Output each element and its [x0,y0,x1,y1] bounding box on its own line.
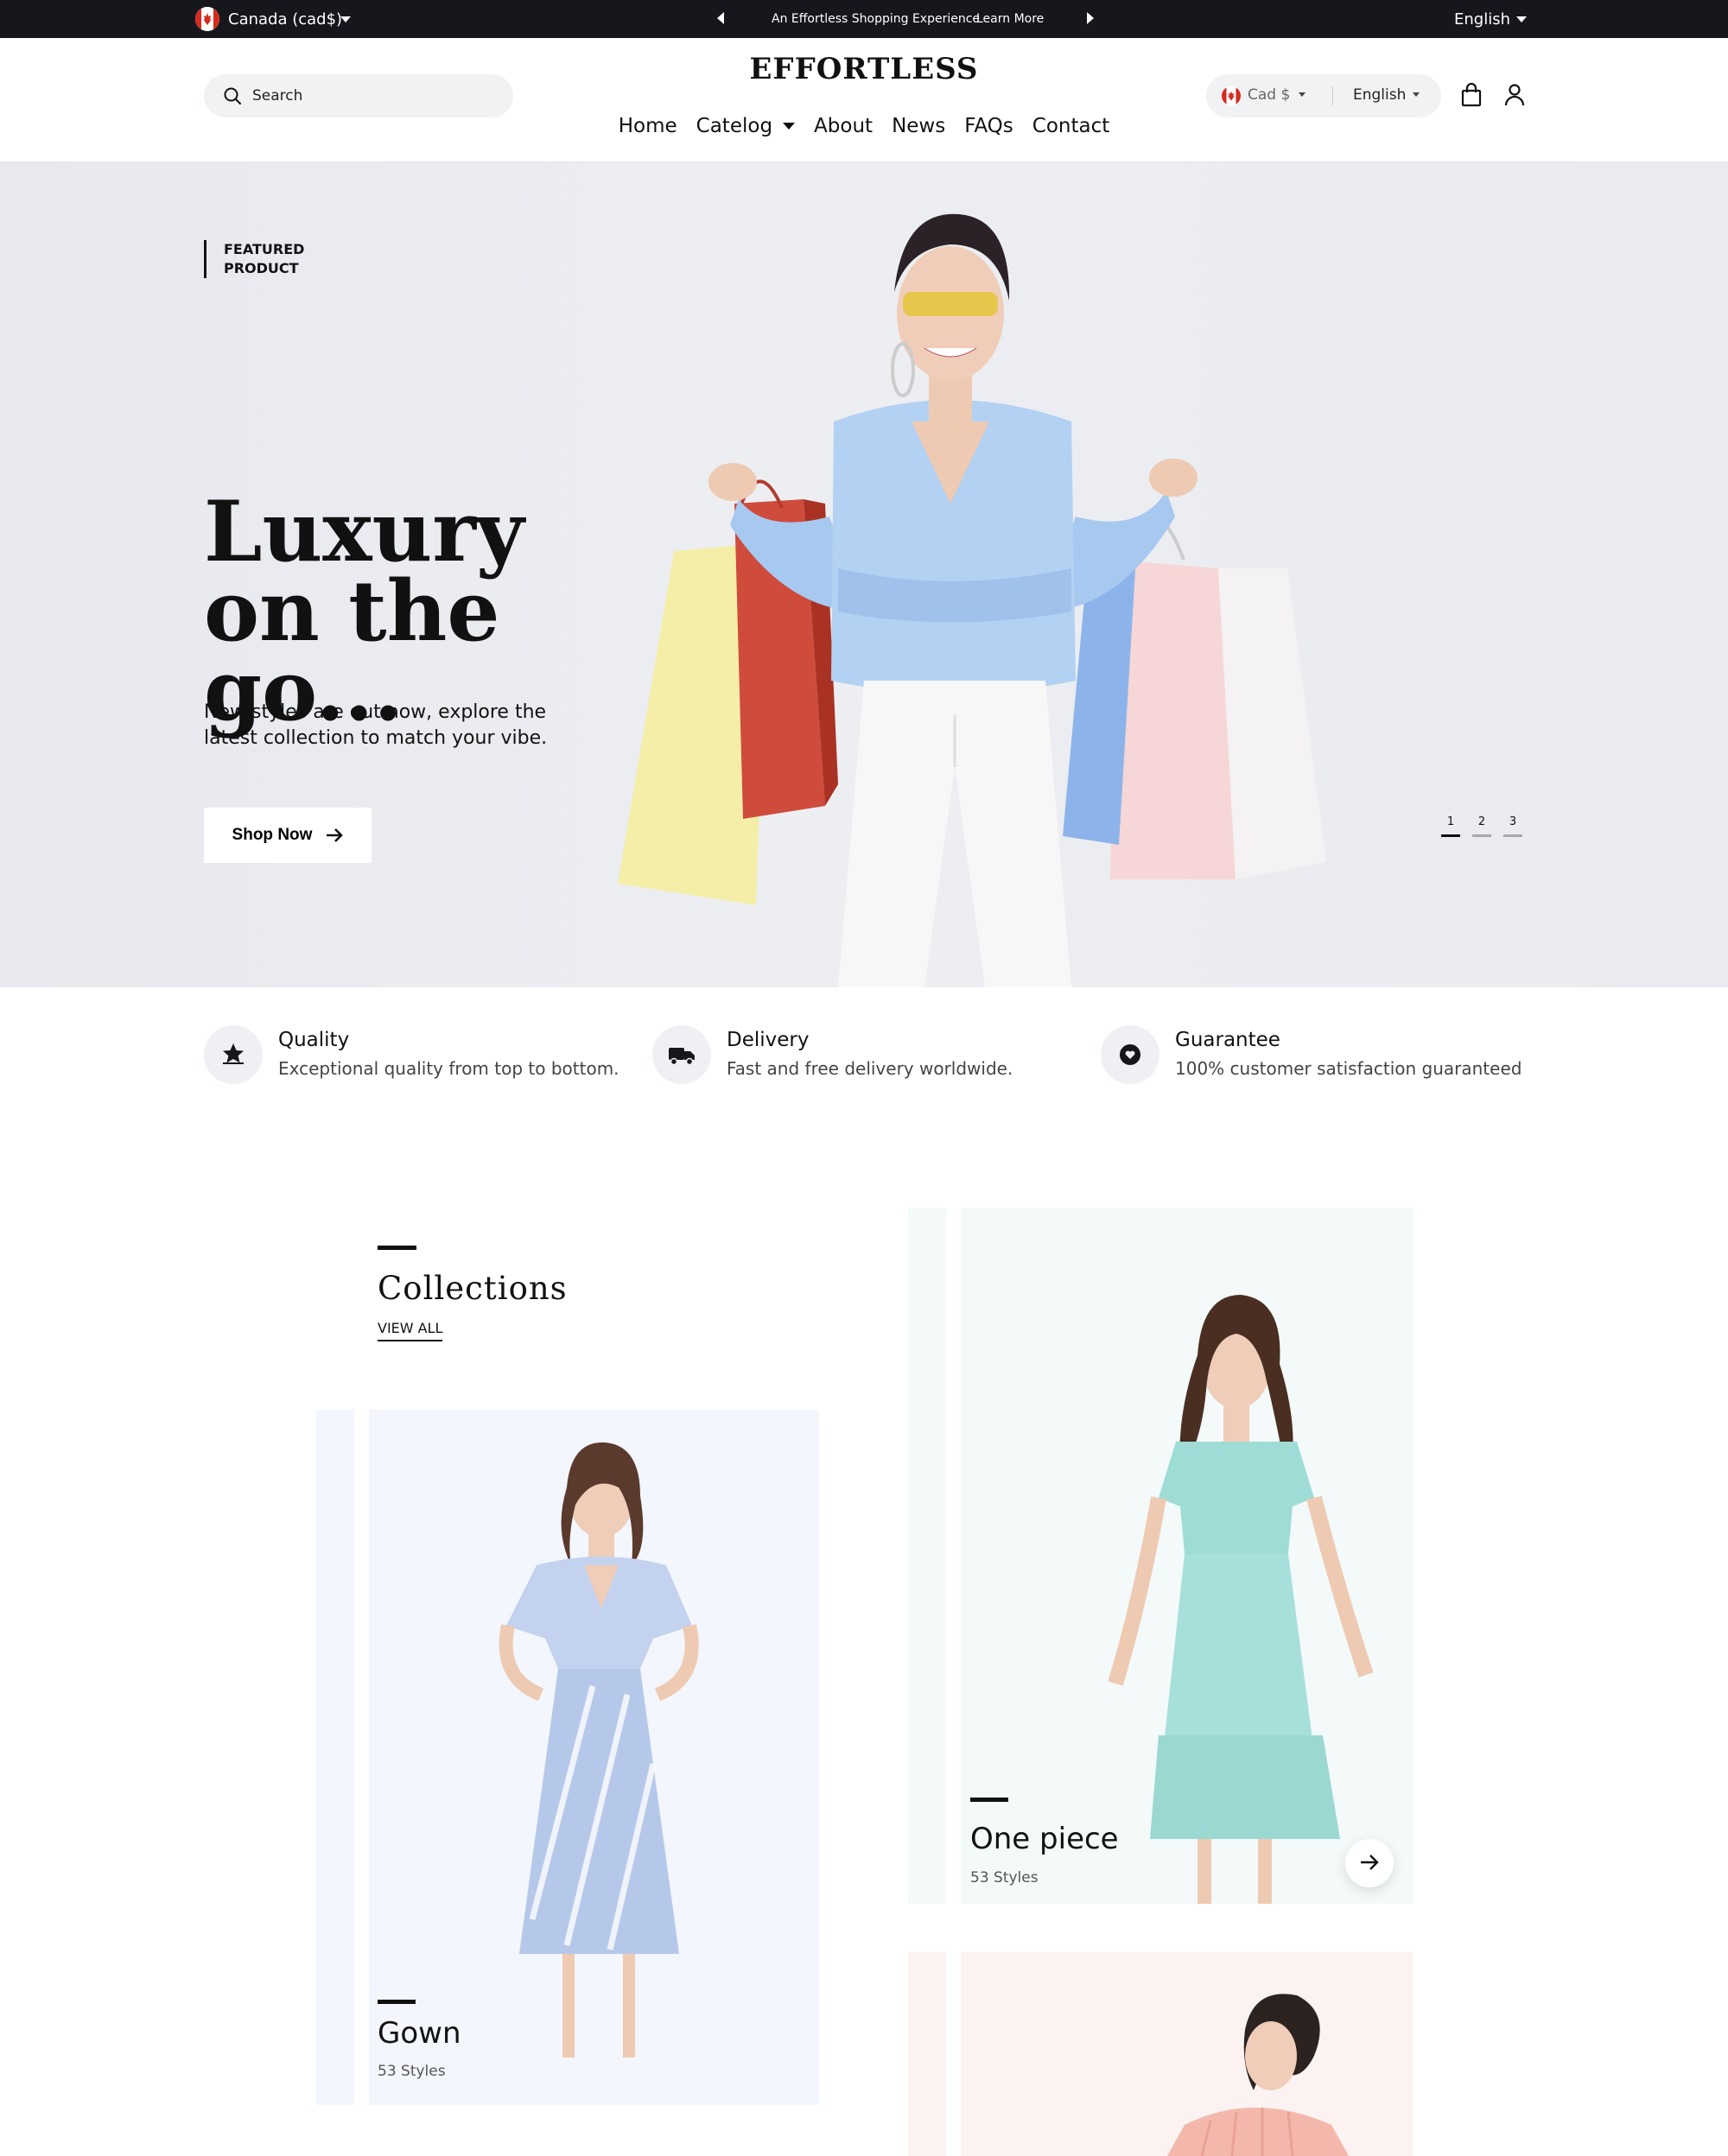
previous-announcement-icon[interactable] [717,12,724,24]
collection-style-count: 53 Styles [378,2063,446,2080]
arrow-right-icon [1361,1854,1379,1870]
feature-delivery: Delivery Fast and free delivery worldwid… [652,1025,1084,1086]
feature-description: Exceptional quality from top to bottom. [278,1058,619,1079]
language-selector[interactable]: English [1454,10,1510,29]
third-model-image [1167,1994,1349,2156]
featured-product-label: FEATURED PRODUCT [204,240,304,278]
heart-shield-icon [1101,1025,1159,1084]
collection-name: Gown [378,2016,461,2051]
nav-faqs[interactable]: FAQs [955,109,1023,143]
collection-card-one-piece[interactable]: One piece 53 Styles [908,1208,1413,1904]
canada-flag-icon [1222,86,1241,105]
currency-selector[interactable]: Cad $ [1248,86,1290,104]
next-announcement-icon[interactable] [1087,12,1094,24]
section-accent-line [378,1246,416,1250]
language-selector[interactable]: English [1353,86,1406,104]
collection-style-count: 53 Styles [970,1869,1039,1886]
one-piece-model-image [1108,1295,1374,1904]
gown-model-image [499,1442,699,2058]
feature-guarantee: Guarantee 100% customer satisfaction gua… [1101,1025,1550,1086]
slide-dot[interactable]: 3 [1503,815,1522,837]
star-badge-icon [204,1025,263,1084]
shop-now-button[interactable]: Shop Now [204,808,372,863]
hero-model-image [618,213,1326,987]
feature-title: Quality [278,1029,350,1051]
feature-quality: Quality Exceptional quality from top to … [204,1025,636,1086]
main-nav: Home Catelog About News FAQs Contact [0,109,1728,143]
nav-home[interactable]: Home [609,109,687,143]
shopping-bag-icon[interactable] [1461,83,1482,107]
collection-card-gown[interactable]: Gown 53 Styles [316,1410,819,2105]
chevron-down-icon[interactable] [340,16,351,22]
announcement-bar: Canada (cad$) An Effortless Shopping Exp… [0,0,1728,38]
feature-title: Delivery [727,1029,810,1051]
nav-catalog[interactable]: Catelog [687,109,804,143]
feature-title: Guarantee [1175,1029,1280,1051]
hero-subtitle: New styles are out now, explore the late… [204,701,548,749]
collection-name: One piece [970,1822,1119,1856]
chevron-down-icon[interactable] [1413,92,1420,97]
nav-news[interactable]: News [882,109,955,143]
card-accent-line [378,2000,416,2004]
learn-more-link[interactable]: Learn More [976,12,1044,26]
arrow-right-icon [327,828,344,842]
nav-about[interactable]: About [804,109,882,143]
collections-title: Collections [378,1270,568,1307]
card-accent-line [970,1798,1008,1802]
currency-language-pill: Cad $ English [1206,74,1441,117]
canada-flag-icon [195,7,219,31]
announcement-text: An Effortless Shopping Experience [772,12,981,26]
site-header: EFFORTLESS Home Catelog About News FAQs … [0,38,1728,162]
nav-contact[interactable]: Contact [1023,109,1119,143]
feature-description: 100% customer satisfaction guaranteed [1175,1058,1522,1079]
view-all-link[interactable]: VIEW ALL [378,1320,443,1341]
slide-dot[interactable]: 2 [1472,815,1491,837]
chevron-down-icon[interactable] [1299,92,1306,97]
feature-description: Fast and free delivery worldwide. [727,1058,1013,1079]
user-account-icon[interactable] [1504,83,1525,107]
chevron-down-icon[interactable] [1516,16,1527,22]
slide-dot[interactable]: 1 [1441,815,1460,837]
slide-pagination: 1 2 3 [1441,815,1522,837]
chevron-down-icon [783,123,796,130]
open-collection-button[interactable] [1345,1839,1394,1887]
country-selector[interactable]: Canada (cad$) [228,10,342,29]
site-logo[interactable]: EFFORTLESS [0,52,1728,86]
divider [1332,86,1333,105]
search-icon [224,87,241,105]
collection-card-third[interactable] [908,1952,1413,2156]
truck-icon [652,1025,711,1084]
hero-banner: FEATURED PRODUCT Luxury on the go... New… [0,162,1728,987]
